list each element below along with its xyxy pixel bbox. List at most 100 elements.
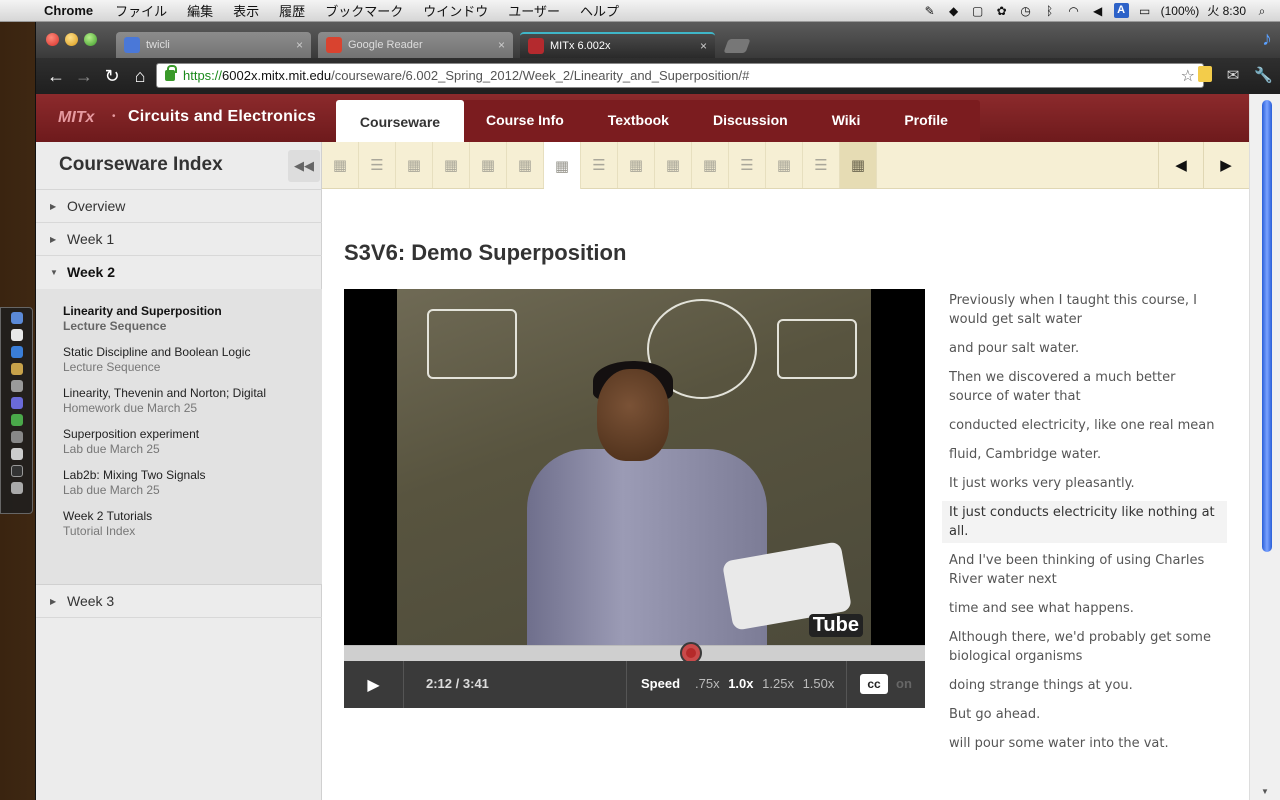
address-bar[interactable]: https:// 6002x.mitx.mit.edu /courseware/… [156,63,1204,88]
dock-trash-icon[interactable] [10,482,23,494]
close-tab-icon[interactable]: × [700,39,707,53]
dock-chrome-icon[interactable] [10,414,23,426]
section-static-discipline[interactable]: Static Discipline and Boolean Logic Lect… [63,345,250,374]
menu-bookmarks[interactable]: ブックマーク [315,1,413,20]
minimize-window-button[interactable] [65,33,78,46]
chapter-week-3[interactable]: ▶ Week 3 [36,585,322,618]
transcript-line[interactable]: Then we discovered a much better source … [942,366,1227,408]
zoom-window-button[interactable] [84,33,97,46]
chapter-overview[interactable]: ▶ Overview [36,190,322,223]
menubar-clock[interactable]: 火 8:30 [1207,2,1246,19]
menu-window[interactable]: ウインドウ [413,1,498,20]
menu-user[interactable]: ユーザー [498,1,570,20]
volume-icon[interactable]: ◀ [1090,4,1106,18]
chapter-week-1[interactable]: ▶ Week 1 [36,223,322,256]
dock-safari-icon[interactable] [10,346,23,358]
sequence-item-video[interactable]: ▦ [840,142,877,188]
section-superposition-experiment[interactable]: Superposition experiment Lab due March 2… [63,427,199,456]
menu-file[interactable]: ファイル [105,1,177,20]
transcript-line[interactable]: fluid, Cambridge water. [942,443,1227,466]
menu-edit[interactable]: 編集 [177,1,223,20]
forward-arrow-icon[interactable]: → [70,66,98,87]
new-tab-button[interactable] [723,39,751,53]
close-tab-icon[interactable]: × [498,38,505,52]
scroll-down-icon[interactable]: ▼ [1261,787,1269,796]
spotlight-icon[interactable]: ⌕ [1254,4,1270,18]
sequence-prev-button[interactable]: ◀ [1158,142,1203,188]
dock-tool-icon[interactable] [10,363,23,375]
sequence-item-video[interactable]: ▦ [655,142,692,188]
scrollbar-thumb[interactable] [1262,100,1272,552]
nav-tab-textbook[interactable]: Textbook [586,100,691,142]
battery-icon[interactable]: ▭ [1137,4,1153,18]
browser-tab-google-reader[interactable]: Google Reader × [318,32,513,58]
transcript-line[interactable]: and pour salt water. [942,337,1227,360]
nav-tab-discussion[interactable]: Discussion [691,100,810,142]
speed-option-075[interactable]: .75x [695,676,720,691]
app-menu[interactable]: Chrome [40,3,105,18]
transcript-line[interactable]: conducted electricity, like one real mea… [942,414,1227,437]
section-thevenin-norton[interactable]: Linearity, Thevenin and Norton; Digital … [63,386,266,415]
back-arrow-icon[interactable]: ← [42,66,70,87]
transcript-line[interactable]: But go ahead. [942,703,1227,726]
sequence-item-video[interactable]: ▦ [322,142,359,188]
menu-help[interactable]: ヘルプ [570,1,629,20]
speed-option-125[interactable]: 1.25x [762,676,794,691]
transcript-line[interactable]: Previously when I taught this course, I … [942,289,1227,331]
sequence-next-button[interactable]: ▶ [1203,142,1248,188]
closed-captions-button[interactable]: cc [860,674,888,694]
section-week-2-tutorials[interactable]: Week 2 Tutorials Tutorial Index [63,509,152,538]
mail-extension-icon[interactable]: ✉ [1224,66,1242,84]
speed-option-150[interactable]: 1.50x [803,676,835,691]
play-button[interactable]: ▶ [344,661,404,708]
transcript-line[interactable]: doing strange things at you. [942,674,1227,697]
nav-tab-course-info[interactable]: Course Info [464,100,586,142]
wifi-icon[interactable]: ◠ [1066,4,1082,18]
video-frame[interactable]: Tube [397,289,871,645]
sequence-item-list[interactable]: ☰ [803,142,840,188]
transcript-line[interactable]: Although there, we'd probably get some b… [942,626,1227,668]
close-window-button[interactable] [46,33,59,46]
sequence-item-video[interactable]: ▦ [618,142,655,188]
sequence-item-video[interactable]: ▦ [544,142,581,189]
sequence-item-video[interactable]: ▦ [507,142,544,188]
youtube-watermark[interactable]: Tube [808,614,863,637]
sequence-item-video[interactable]: ▦ [692,142,729,188]
dock-finder-icon[interactable] [10,312,23,324]
sequence-item-list[interactable]: ☰ [729,142,766,188]
dock-preview-icon[interactable] [10,380,23,392]
collapse-sidebar-button[interactable]: ◀◀ [288,150,320,182]
page-scrollbar[interactable]: ▲ ▼ [1249,94,1280,800]
pin-icon[interactable]: ✎ [922,4,938,18]
menu-history[interactable]: 履歴 [269,1,315,20]
transcript-line[interactable]: It just works very pleasantly. [942,472,1227,495]
bluetooth-icon[interactable]: ᛒ [1042,4,1058,18]
dock-terminal-icon[interactable] [10,465,23,477]
course-title[interactable]: Circuits and Electronics [128,108,316,126]
transcript-line[interactable]: It just conducts electricity like nothin… [942,501,1227,543]
paw-icon[interactable]: ✿ [994,4,1010,18]
speed-option-100[interactable]: 1.0x [728,676,753,691]
home-icon[interactable]: ⌂ [126,66,154,87]
browser-tab-mitx[interactable]: MITx 6.002x × [520,32,715,58]
sequence-item-list[interactable]: ☰ [581,142,618,188]
time-machine-icon[interactable]: ◷ [1018,4,1034,18]
transcript-line[interactable]: time and see what happens. [942,597,1227,620]
nav-tab-profile[interactable]: Profile [882,100,970,142]
bookmark-star-icon[interactable]: ☆ [1181,66,1195,86]
note-extension-icon[interactable] [1198,66,1212,82]
menu-view[interactable]: 表示 [223,1,269,20]
input-method-icon[interactable]: A [1113,3,1129,18]
close-tab-icon[interactable]: × [296,38,303,52]
sequence-item-video[interactable]: ▦ [766,142,803,188]
section-lab2b[interactable]: Lab2b: Mixing Two Signals Lab due March … [63,468,206,497]
sequence-item-video[interactable]: ▦ [433,142,470,188]
dock-calendar-icon[interactable] [10,329,23,341]
nav-tab-wiki[interactable]: Wiki [810,100,883,142]
chapter-week-2[interactable]: ▼ Week 2 [36,256,322,289]
sequence-item-video[interactable]: ▦ [396,142,433,188]
transcript-line[interactable]: will pour some water into the vat. [942,732,1227,755]
browser-tab-twicli[interactable]: twicli × [116,32,311,58]
window-icon[interactable]: ▢ [970,4,986,18]
dropbox-icon[interactable]: ◆ [946,4,962,18]
